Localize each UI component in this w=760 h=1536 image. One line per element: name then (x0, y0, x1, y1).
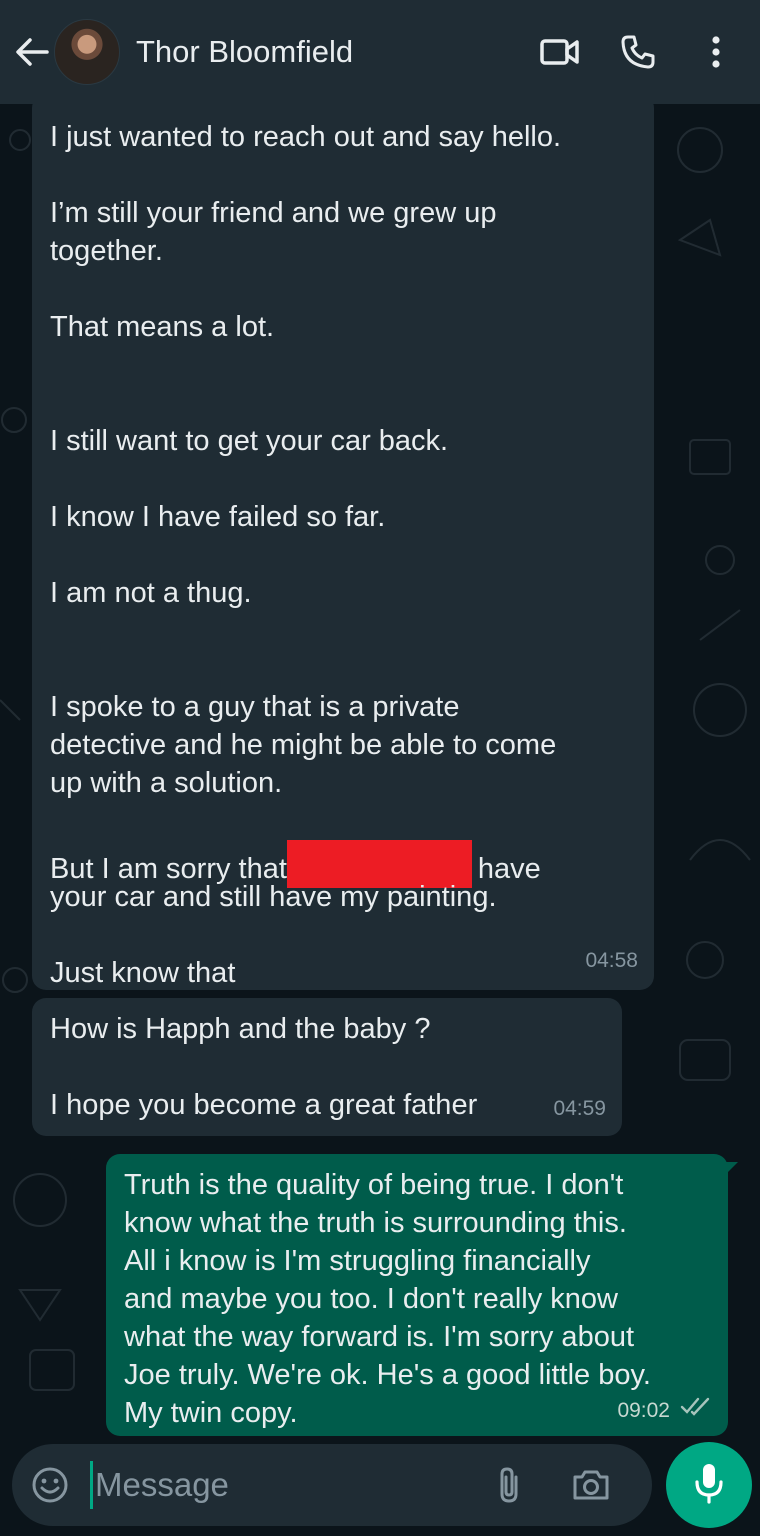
message-line-redacted: But I am sorry that have (50, 840, 636, 888)
message-line: what the way forward is. I'm sorry about (124, 1321, 635, 1353)
message-composer (12, 1444, 652, 1526)
message-line: together. (50, 235, 163, 267)
message-bubble-incoming[interactable]: How is Happh and the baby ? I hope you b… (32, 998, 622, 1136)
message-bubble-outgoing[interactable]: Truth is the quality of being true. I do… (106, 1154, 738, 1436)
emoji-icon[interactable] (30, 1465, 70, 1505)
contact-name[interactable]: Thor Bloomfield (136, 34, 538, 70)
message-line: I just wanted to reach out and say hello… (50, 121, 562, 153)
voice-call-icon[interactable] (616, 30, 660, 74)
message-bubble-incoming[interactable]: I just wanted to reach out and say hello… (32, 94, 654, 990)
message-timestamp: 04:59 (553, 1097, 606, 1120)
message-line: I spoke to a guy that is a private (50, 691, 460, 723)
back-arrow-icon[interactable] (12, 32, 52, 72)
chat-screen: Thor Bloomfield I just wanted to reach o… (0, 0, 760, 1536)
mic-button[interactable] (666, 1442, 752, 1528)
message-line: know what the truth is surrounding this. (124, 1207, 627, 1239)
message-timestamp: 09:02 (617, 1399, 670, 1422)
camera-icon[interactable] (569, 1463, 613, 1507)
message-line: your car and still have my painting. (50, 881, 497, 913)
message-line: How is Happh and the baby ? (50, 1013, 431, 1045)
text-cursor (90, 1461, 93, 1509)
video-call-icon[interactable] (538, 30, 582, 74)
message-line: That means a lot. (50, 311, 275, 343)
read-receipt-icon (680, 1388, 712, 1426)
message-line: I still want to get your car back. (50, 425, 449, 457)
message-line: Just know that (50, 957, 236, 989)
contact-avatar[interactable] (54, 19, 120, 85)
bubble-tail (720, 1154, 740, 1192)
mic-icon (694, 1462, 724, 1509)
message-line: detective and he might be able to come (50, 729, 557, 761)
more-options-icon[interactable] (694, 30, 738, 74)
message-input[interactable] (95, 1466, 475, 1504)
message-timestamp: 04:58 (585, 949, 638, 972)
message-line: Joe truly. We're ok. He's a good little … (124, 1359, 651, 1391)
message-line: and maybe you too. I don't really know (124, 1283, 618, 1315)
message-list[interactable]: I just wanted to reach out and say hello… (0, 94, 760, 1444)
chat-header: Thor Bloomfield (0, 0, 760, 104)
message-line: All i know is I'm struggling financially (124, 1245, 591, 1277)
message-line: I’m still your friend and we grew up (50, 197, 497, 229)
message-line: up with a solution. (50, 767, 283, 799)
message-line: I know I have failed so far. (50, 501, 386, 533)
message-line: Truth is the quality of being true. I do… (124, 1169, 624, 1201)
message-line: I hope you become a great father (50, 1089, 478, 1121)
message-line: I am not a thug. (50, 577, 252, 609)
attach-icon[interactable] (487, 1463, 531, 1507)
